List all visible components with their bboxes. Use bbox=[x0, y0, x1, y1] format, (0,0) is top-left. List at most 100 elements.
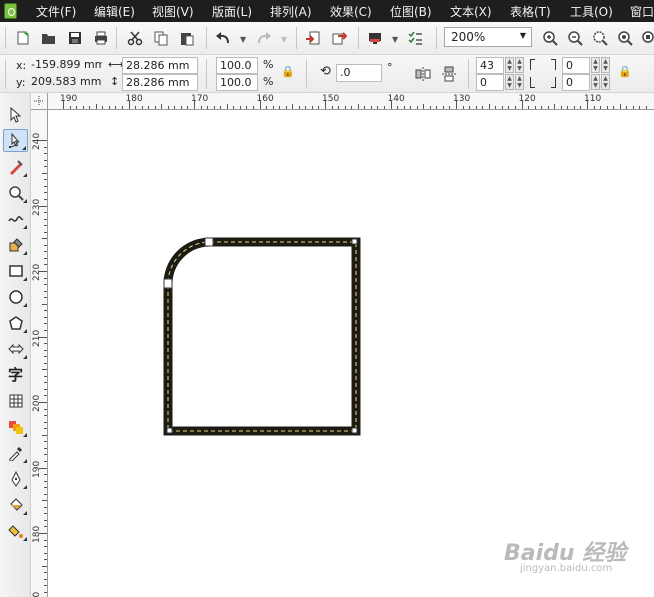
ruler-v-tick bbox=[44, 212, 47, 214]
copy-button[interactable] bbox=[150, 27, 172, 49]
x-position-field[interactable]: -159.899 mm bbox=[28, 57, 102, 74]
scissors-icon bbox=[127, 31, 143, 46]
node-handle[interactable] bbox=[166, 427, 173, 434]
ruler-h-tick bbox=[587, 101, 588, 109]
corner-radius-bottom-right-field[interactable]: 0 bbox=[562, 74, 590, 91]
crop-tool-button[interactable] bbox=[3, 155, 28, 178]
print-button[interactable] bbox=[90, 27, 112, 49]
mirror-vertical-icon bbox=[442, 66, 456, 82]
menu-view[interactable]: 视图(V) bbox=[152, 3, 194, 20]
interactive-fill-tool-button[interactable] bbox=[3, 519, 28, 542]
polygon-tool-button[interactable] bbox=[3, 311, 28, 334]
ruler-v-tick bbox=[39, 271, 47, 272]
ruler-v-tick bbox=[44, 572, 47, 574]
basic-shapes-tool-button[interactable] bbox=[3, 337, 28, 360]
node-handle[interactable] bbox=[204, 237, 214, 247]
corner-top-right-spinner[interactable]: ▲ ▼ bbox=[591, 57, 600, 73]
lock-ratio-icon[interactable]: 🔒 bbox=[281, 65, 295, 78]
zoom-dropdown-arrow[interactable]: ▼ bbox=[520, 31, 526, 40]
menu-file[interactable]: 文件(F) bbox=[36, 3, 76, 20]
corner-radius-bottom-left-field[interactable]: 0 bbox=[476, 74, 504, 91]
menu-layout[interactable]: 版面(L) bbox=[212, 3, 252, 20]
menu-effects[interactable]: 效果(C) bbox=[330, 3, 372, 20]
mirror-vertical-button[interactable] bbox=[438, 63, 460, 85]
horizontal-ruler[interactable]: 190 180 170 160 150 140 130 120 110 bbox=[31, 93, 654, 110]
rotation-angle-field[interactable]: .0 bbox=[336, 64, 382, 82]
corner-bottom-right-spinner-up[interactable]: ▲ ▼ bbox=[601, 74, 610, 90]
launcher-dropdown-arrow[interactable]: ▼ bbox=[392, 35, 398, 44]
zoom-tool-button[interactable] bbox=[3, 181, 28, 204]
corner-bottom-right-spinner[interactable]: ▲ ▼ bbox=[591, 74, 600, 90]
object-width-field[interactable]: 28.286 mm bbox=[122, 57, 198, 74]
text-tool-button[interactable]: 字 bbox=[3, 363, 28, 386]
import-button[interactable] bbox=[302, 27, 324, 49]
ruler-v-tick bbox=[44, 277, 47, 279]
toolbar-grip bbox=[5, 27, 6, 49]
fill-tool-button[interactable] bbox=[3, 493, 28, 516]
table-tool-button[interactable] bbox=[3, 389, 28, 412]
cut-button[interactable] bbox=[124, 27, 146, 49]
undo-button[interactable] bbox=[212, 27, 234, 49]
zoom-to-page-button[interactable] bbox=[638, 27, 654, 49]
corner-top-left-spinner-up[interactable]: ▲ ▼ bbox=[515, 57, 524, 73]
rectangle-tool-button[interactable] bbox=[3, 259, 28, 282]
magnifier-icon bbox=[8, 185, 24, 201]
printer-icon bbox=[95, 31, 107, 45]
scale-y-field[interactable]: 100.0 bbox=[216, 74, 258, 91]
undo-dropdown-arrow[interactable]: ▼ bbox=[240, 35, 246, 44]
menu-window[interactable]: 窗口 bbox=[630, 3, 654, 20]
ruler-origin-corner[interactable] bbox=[31, 93, 48, 110]
ruler-v-tick bbox=[44, 506, 47, 508]
menu-arrange[interactable]: 排列(A) bbox=[270, 3, 312, 20]
corner-bottom-left-spinner-up[interactable]: ▲ ▼ bbox=[515, 74, 524, 90]
corner-top-right-spinner-up[interactable]: ▲ ▼ bbox=[601, 57, 610, 73]
ruler-h-tick bbox=[547, 106, 549, 109]
corner-bottom-left-spinner[interactable]: ▲ ▼ bbox=[505, 74, 514, 90]
mirror-horizontal-button[interactable] bbox=[412, 63, 434, 85]
node-handle[interactable] bbox=[351, 238, 358, 245]
zoom-level-combo[interactable]: 200% ▼ bbox=[444, 27, 532, 47]
zoom-to-selected-button[interactable] bbox=[589, 27, 611, 49]
ruler-v-tick bbox=[39, 140, 47, 141]
welcome-screen-button[interactable] bbox=[404, 27, 426, 49]
outline-pen-tool-button[interactable] bbox=[3, 467, 28, 490]
menu-text[interactable]: 文本(X) bbox=[450, 3, 492, 20]
paste-button[interactable] bbox=[176, 27, 198, 49]
corner-lock-icon[interactable]: 🔒 bbox=[618, 65, 632, 78]
node-handle[interactable] bbox=[351, 427, 358, 434]
zoom-out-button[interactable] bbox=[564, 27, 586, 49]
ruler-h-tick bbox=[560, 106, 562, 109]
ruler-v-tick bbox=[44, 146, 47, 148]
vertical-ruler[interactable]: 240 230 220 210 200 190 180 170 bbox=[31, 110, 48, 597]
zoom-in-button[interactable] bbox=[539, 27, 561, 49]
interactive-blend-tool-button[interactable] bbox=[3, 415, 28, 438]
shape-tool-button[interactable] bbox=[3, 129, 28, 152]
drawing-canvas[interactable] bbox=[48, 110, 654, 597]
redo-dropdown-arrow[interactable]: ▼ bbox=[281, 35, 287, 44]
eyedropper-tool-button[interactable] bbox=[3, 441, 28, 464]
smart-fill-tool-button[interactable] bbox=[3, 233, 28, 256]
freehand-tool-button[interactable] bbox=[3, 207, 28, 230]
scale-x-field[interactable]: 100.0 bbox=[216, 57, 258, 74]
rounded-rectangle-shape[interactable] bbox=[163, 237, 361, 436]
save-button[interactable] bbox=[64, 27, 86, 49]
corner-radius-top-left-field[interactable]: 43 bbox=[476, 57, 504, 74]
object-height-field[interactable]: 28.286 mm bbox=[122, 74, 198, 91]
ruler-v-tick bbox=[44, 591, 47, 593]
zoom-to-all-objects-button[interactable] bbox=[614, 27, 636, 49]
open-button[interactable] bbox=[38, 27, 60, 49]
new-document-button[interactable] bbox=[12, 27, 34, 49]
application-launcher-button[interactable] bbox=[364, 27, 386, 49]
pick-tool-button[interactable] bbox=[3, 103, 28, 126]
node-handle[interactable] bbox=[163, 278, 173, 289]
menu-bitmaps[interactable]: 位图(B) bbox=[390, 3, 432, 20]
ellipse-tool-button[interactable] bbox=[3, 285, 28, 308]
menu-tools[interactable]: 工具(O) bbox=[570, 3, 613, 20]
redo-button[interactable] bbox=[253, 27, 275, 49]
corner-radius-top-right-field[interactable]: 0 bbox=[562, 57, 590, 74]
menu-edit[interactable]: 编辑(E) bbox=[94, 3, 135, 20]
export-button[interactable] bbox=[328, 27, 350, 49]
corner-top-left-spinner[interactable]: ▲ ▼ bbox=[505, 57, 514, 73]
y-position-field[interactable]: 209.583 mm bbox=[28, 74, 102, 91]
menu-table[interactable]: 表格(T) bbox=[510, 3, 551, 20]
